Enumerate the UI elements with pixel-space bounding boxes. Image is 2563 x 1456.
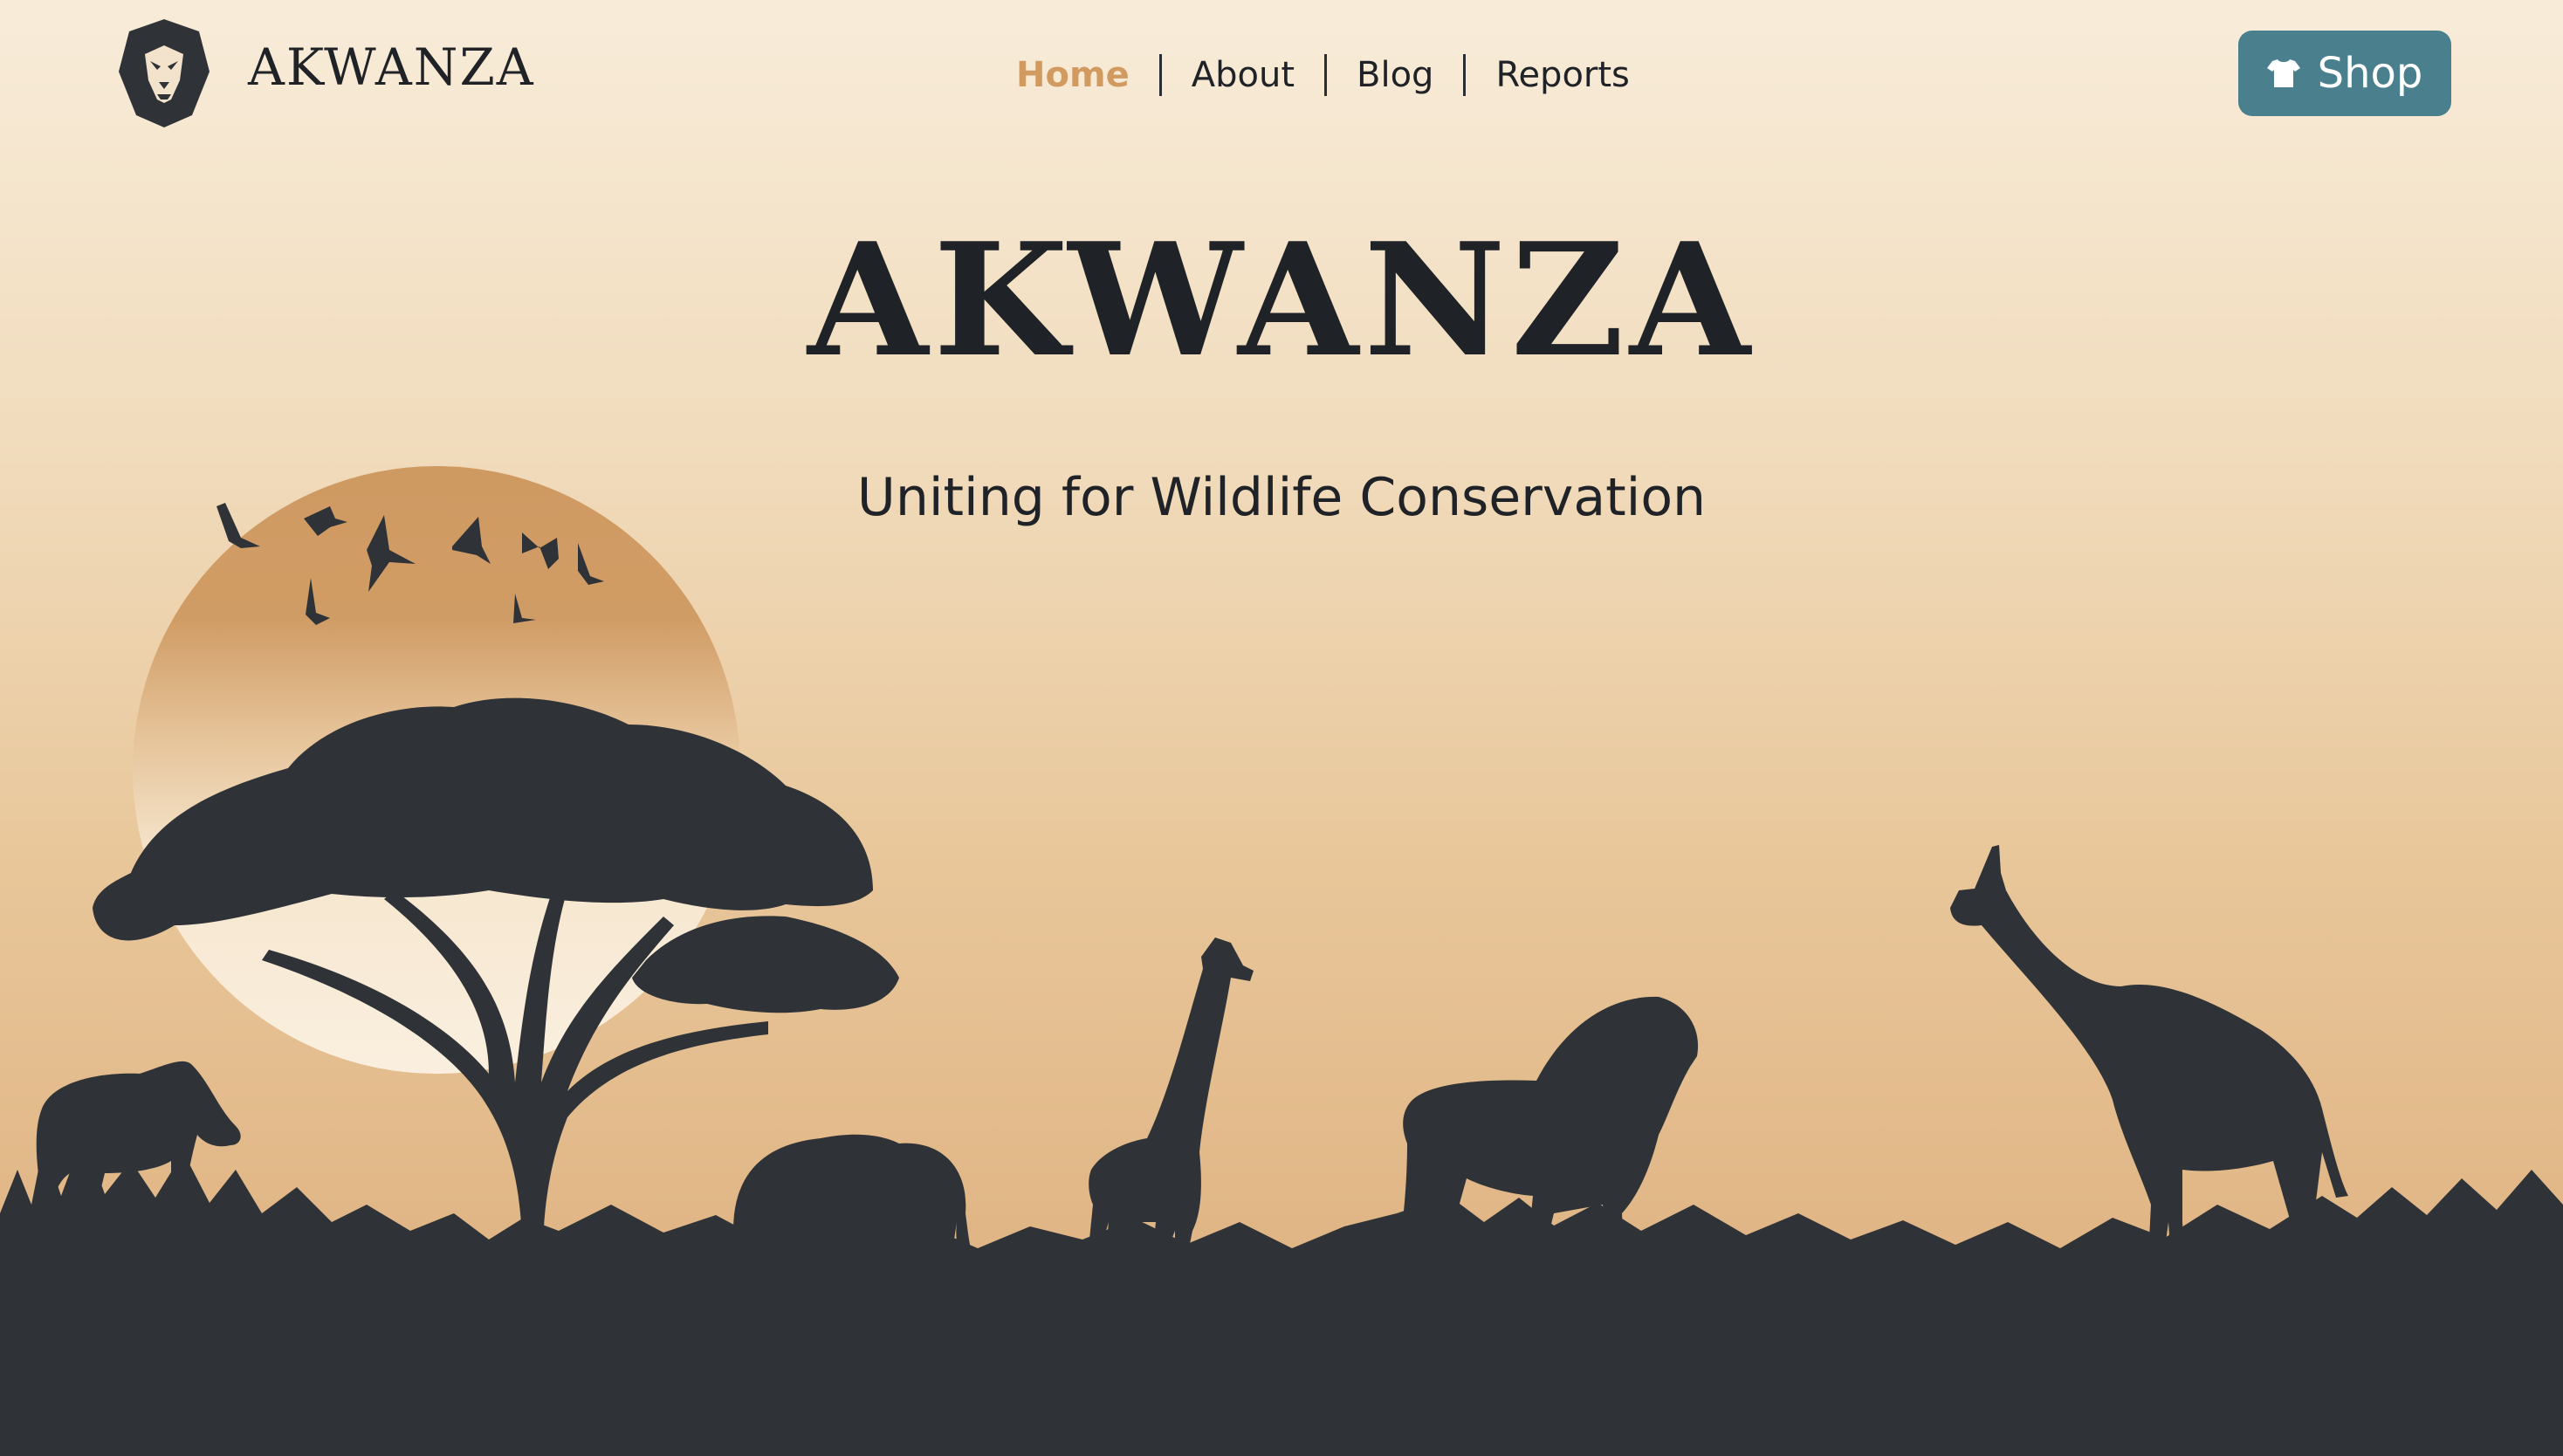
lion (1400, 996, 1699, 1248)
shop-button[interactable]: Shop (2238, 31, 2451, 116)
tshirt-icon (2266, 59, 2300, 87)
site-header: AKWANZA Home About Blog Reports Shop (0, 0, 2563, 148)
nav-divider (1463, 54, 1467, 96)
nav-home[interactable]: Home (1016, 47, 1130, 103)
nav-reports[interactable]: Reports (1495, 47, 1629, 103)
shop-button-label: Shop (2317, 49, 2423, 98)
brand-logo-text[interactable]: AKWANZA (248, 37, 535, 98)
giraffe-small (1088, 937, 1254, 1257)
main-nav: Home About Blog Reports (1016, 47, 1630, 103)
giraffe-large (1950, 845, 2348, 1274)
nav-blog[interactable]: Blog (1357, 47, 1433, 103)
lion-icon[interactable] (119, 19, 210, 127)
hero-title: AKWANZA (807, 209, 1756, 391)
hero-subtitle: Uniting for Wildlife Conservation (856, 467, 1707, 528)
nav-divider (1158, 54, 1162, 96)
nav-about[interactable]: About (1192, 47, 1295, 103)
nav-divider (1324, 54, 1328, 96)
